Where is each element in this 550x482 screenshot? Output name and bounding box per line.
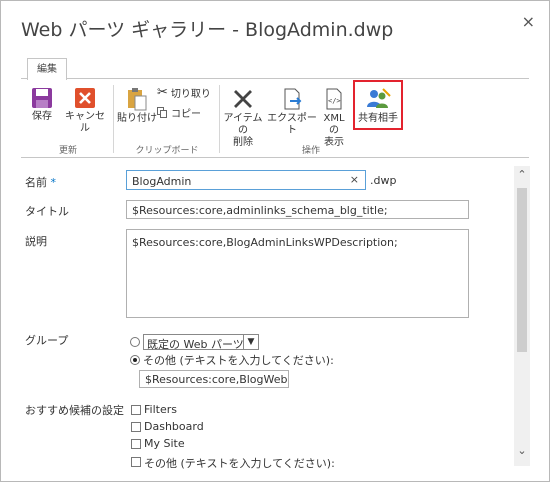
paste-label: 貼り付け [117, 113, 157, 124]
export-icon [284, 88, 302, 110]
delete-item-button[interactable]: アイテムの 削除 [221, 87, 265, 149]
description-label: 説明 [25, 235, 47, 248]
checkbox-filters[interactable] [131, 405, 141, 415]
group-other-input[interactable]: $Resources:core,BlogWeb [139, 370, 289, 388]
ribbon-separator [113, 85, 114, 153]
cancel-label: キャンセル [65, 111, 105, 134]
name-input-value: BlogAdmin [132, 175, 192, 188]
ribbon-separator [219, 85, 220, 153]
description-value: $Resources:core,BlogAdminLinksWPDescript… [132, 236, 398, 249]
chevron-down-icon: ▼ [243, 335, 258, 349]
scroll-up-icon[interactable]: ⌃ [514, 168, 530, 181]
export-label: エクスポート [267, 113, 317, 136]
save-label: 保存 [32, 111, 52, 122]
name-input[interactable]: BlogAdmin × [126, 170, 366, 190]
option-other: その他 (テキストを入力してください): [144, 457, 335, 470]
vertical-scrollbar[interactable]: ⌃ ⌄ [514, 166, 530, 466]
web-part-gallery-dialog: Web パーツ ギャラリー - BlogAdmin.dwp × 編集 保存 キャ… [0, 0, 550, 482]
export-button[interactable]: エクスポート [267, 87, 317, 137]
share-button[interactable]: 共有相手 [355, 87, 401, 125]
copy-button[interactable]: コピー [157, 105, 201, 120]
paste-icon [128, 88, 147, 111]
delete-label-line1: アイテムの [223, 113, 263, 136]
copy-label: コピー [171, 109, 201, 120]
cancel-icon [75, 88, 95, 108]
save-button[interactable]: 保存 [27, 87, 57, 123]
delete-icon [234, 90, 252, 108]
recommend-label: おすすめ候補の設定 [25, 404, 124, 417]
clear-icon[interactable]: × [350, 173, 359, 186]
xml-label-line1: XML の [323, 113, 345, 136]
title-label: タイトル [25, 205, 69, 218]
title-input-value: $Resources:core,adminlinks_schema_blg_ti… [132, 204, 388, 217]
tab-edit[interactable]: 編集 [27, 58, 67, 80]
required-mark: * [50, 176, 57, 189]
group-other-value: $Resources:core,BlogWeb [145, 373, 288, 386]
share-people-icon [367, 88, 391, 108]
scissors-icon: ✂ [157, 85, 168, 100]
option-my-site: My Site [144, 437, 185, 450]
group-commit-label: 更新 [58, 146, 77, 156]
group-default-select-value: 既定の Web パーツ [147, 338, 244, 351]
view-xml-button[interactable]: </> XML の 表示 [317, 87, 351, 149]
close-icon[interactable]: × [522, 12, 535, 31]
ribbon: 保存 キャンセル 更新 貼り付け ✂ 切り取り コピー クリップボード アイテム… [21, 78, 529, 158]
group-actions-label: 操作 [301, 146, 320, 156]
checkbox-dashboard[interactable] [131, 422, 141, 432]
cut-label: 切り取り [170, 89, 211, 100]
name-label: 名前 * [25, 174, 56, 190]
share-label: 共有相手 [358, 113, 398, 124]
group-other-radio[interactable] [130, 355, 140, 365]
description-textarea[interactable]: $Resources:core,BlogAdminLinksWPDescript… [126, 229, 469, 318]
save-icon [32, 88, 52, 108]
checkbox-other[interactable] [131, 457, 141, 467]
svg-text:</>: </> [328, 97, 341, 105]
option-dashboard: Dashboard [144, 420, 204, 433]
cut-button[interactable]: ✂ 切り取り [157, 85, 211, 100]
group-label: グループ [25, 334, 69, 347]
xml-icon: </> [326, 88, 342, 110]
paste-button[interactable]: 貼り付け [117, 87, 157, 125]
title-input[interactable]: $Resources:core,adminlinks_schema_blg_ti… [126, 200, 469, 219]
group-clipboard-label: クリップボード [135, 146, 199, 156]
name-suffix: .dwp [370, 174, 397, 187]
group-default-select[interactable]: 既定の Web パーツ ▼ [143, 334, 259, 351]
scroll-down-icon[interactable]: ⌄ [514, 444, 530, 457]
name-label-text: 名前 [25, 176, 47, 189]
scrollbar-thumb[interactable] [517, 188, 527, 352]
group-default-radio[interactable] [130, 337, 140, 347]
copy-icon [157, 107, 167, 118]
option-filters: Filters [144, 403, 177, 416]
dialog-title: Web パーツ ギャラリー - BlogAdmin.dwp [21, 19, 394, 41]
group-other-label: その他 (テキストを入力してください): [143, 354, 334, 367]
cancel-button[interactable]: キャンセル [61, 87, 109, 135]
checkbox-my-site[interactable] [131, 439, 141, 449]
